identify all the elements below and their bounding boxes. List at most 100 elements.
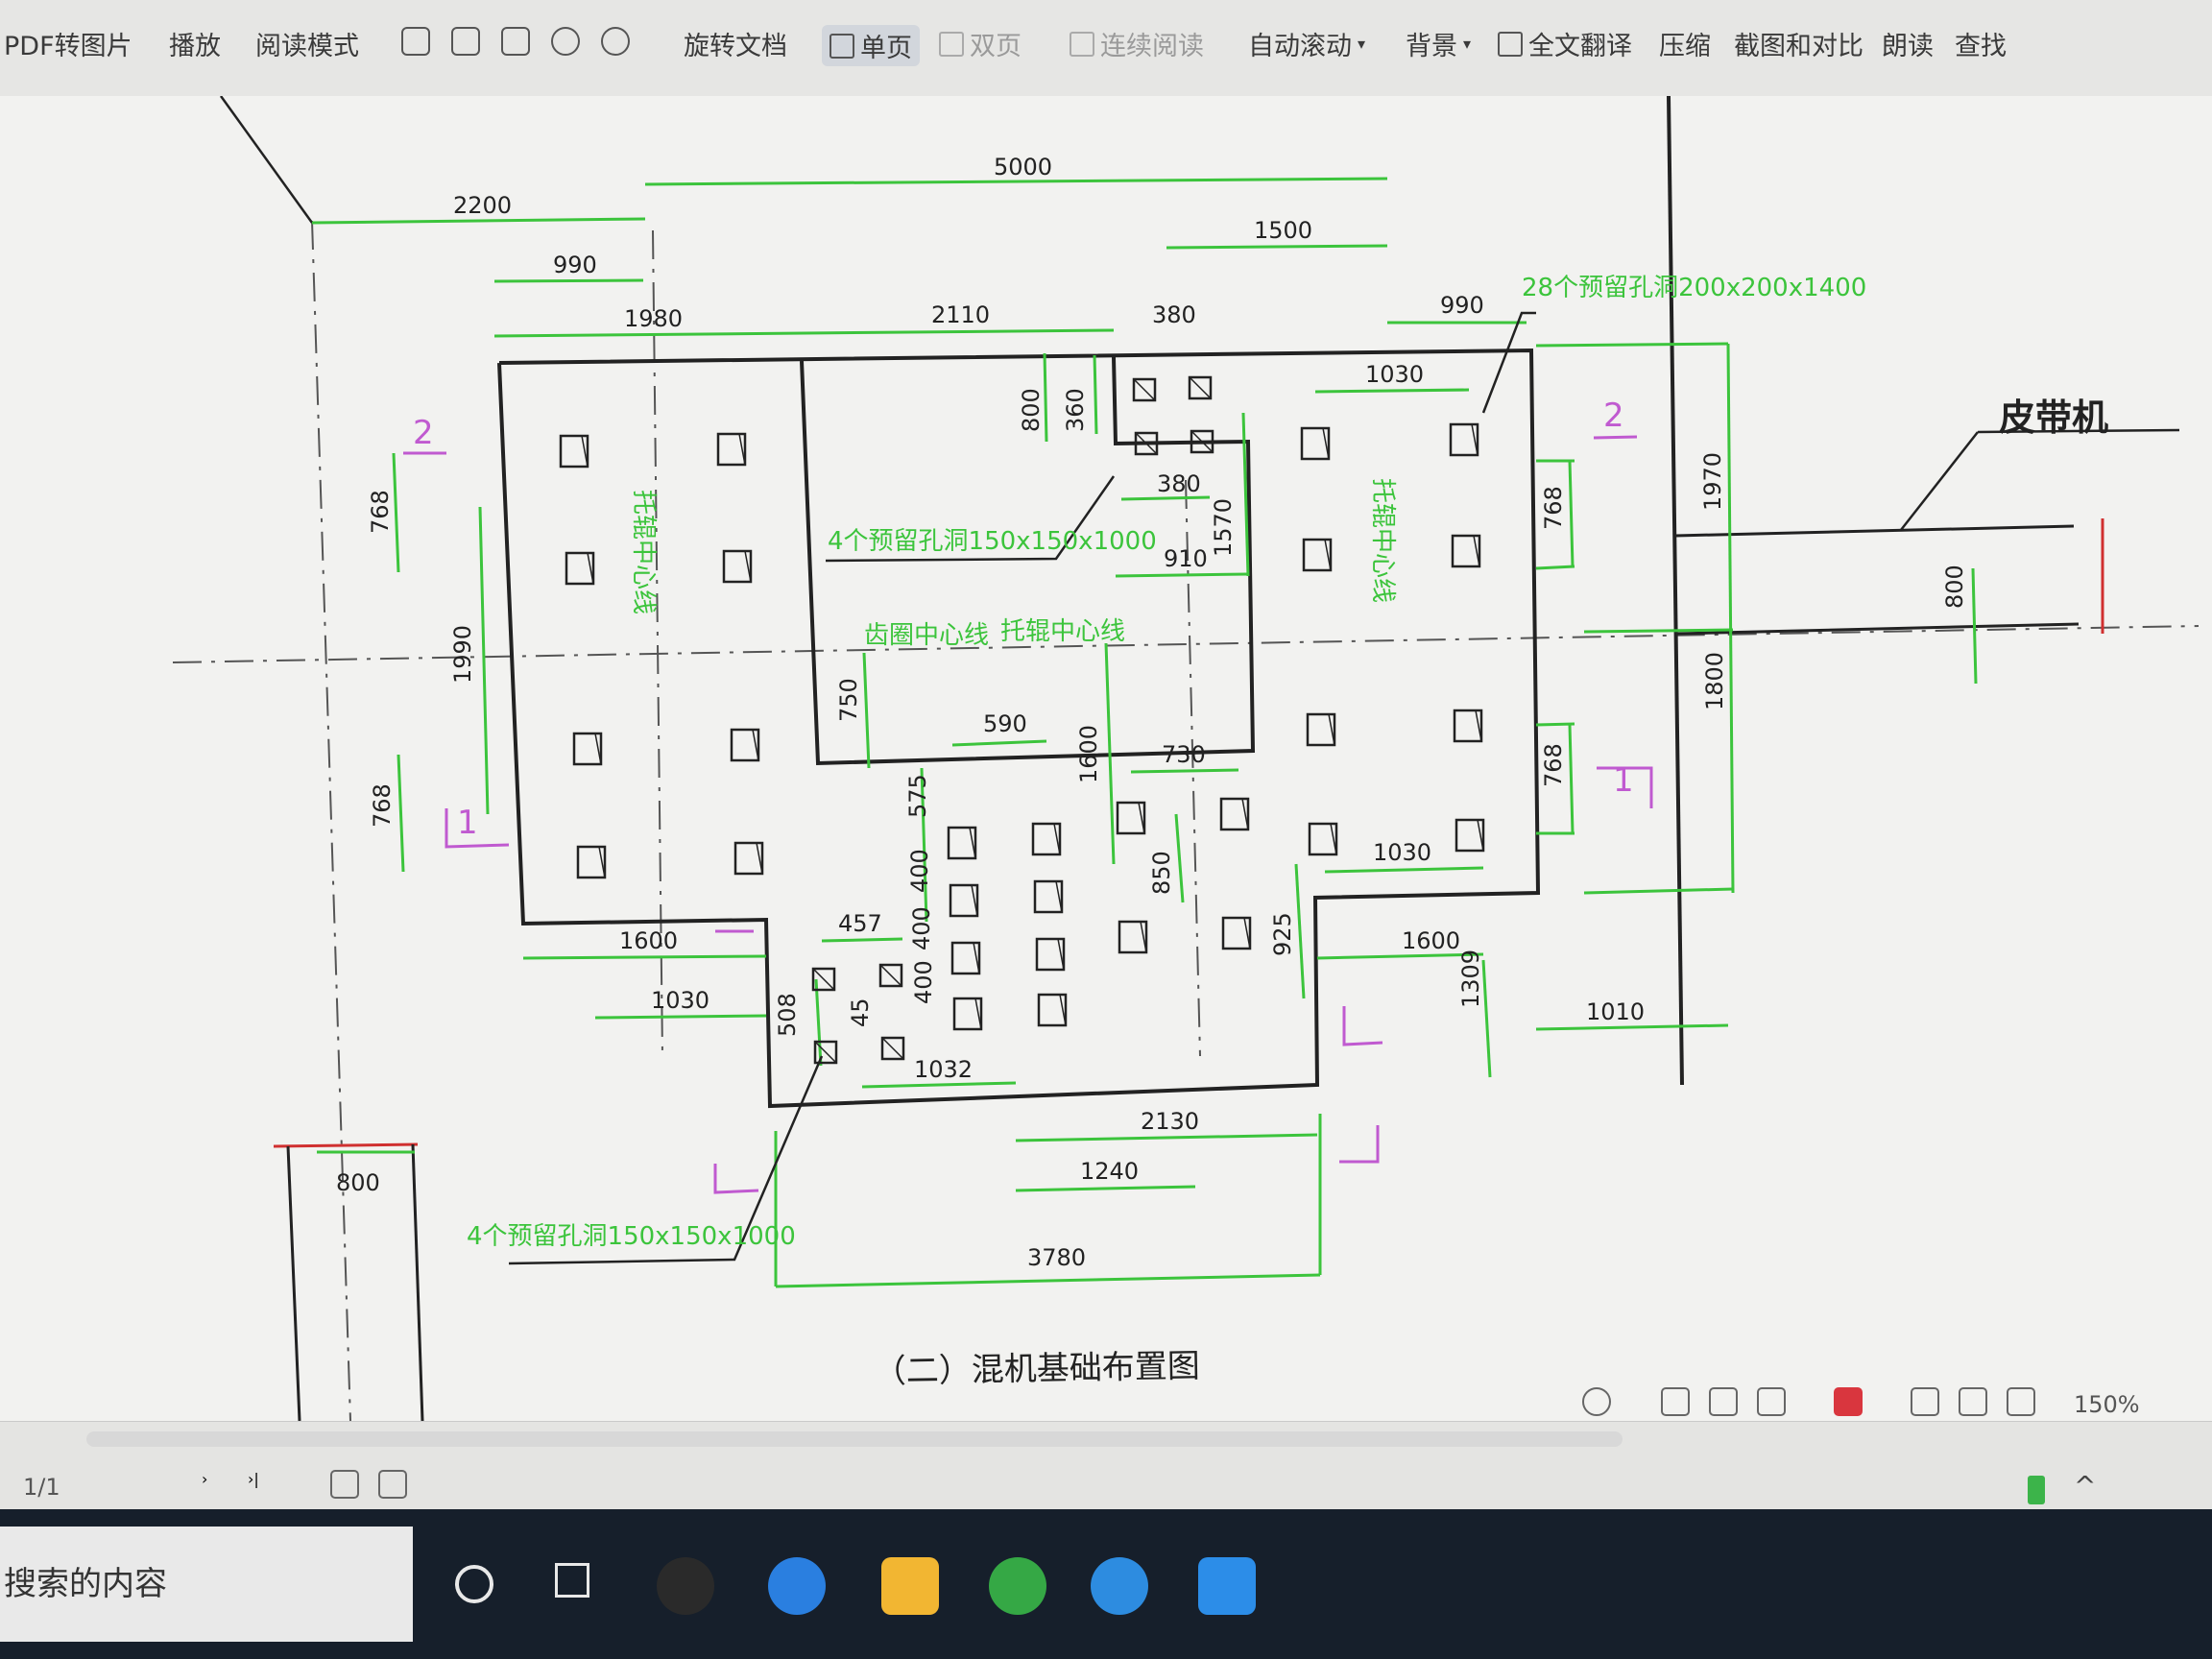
file-explorer-icon[interactable] (881, 1557, 939, 1615)
fit-page-icon[interactable] (1959, 1387, 1987, 1416)
dim-1990: 1990 (449, 625, 476, 684)
dim-768c: 768 (1540, 486, 1567, 530)
dim-1570: 1570 (1210, 498, 1237, 557)
fit-width-icon[interactable] (501, 27, 530, 56)
forward-icon[interactable] (378, 1470, 407, 1499)
play-icon[interactable] (1834, 1387, 1863, 1416)
dim-1600a: 1600 (619, 927, 678, 954)
taskbar-search[interactable]: 搜索的内容 (0, 1527, 413, 1642)
dim-800b: 800 (1941, 565, 1968, 609)
cortana-icon[interactable] (455, 1565, 493, 1603)
continuous-view-icon[interactable] (1661, 1387, 1690, 1416)
section-mark-1-right: 1 (1613, 761, 1634, 800)
browser-360-icon[interactable] (989, 1557, 1046, 1615)
dim-2110: 2110 (931, 301, 990, 328)
continuous-label: 连续阅读 (1100, 32, 1204, 61)
double-page-label: 双页 (970, 32, 1022, 61)
app-pinwheel-icon[interactable] (657, 1557, 714, 1615)
reading-mode-button[interactable]: 阅读模式 (255, 25, 359, 62)
drawing-title: （二）混机基础布置图 (873, 1347, 1200, 1391)
zoom-level[interactable]: 150% (2074, 1391, 2140, 1418)
note-bottom: 4个预留孔洞150x150x1000 (467, 1222, 796, 1251)
ie-browser-icon[interactable] (768, 1557, 826, 1615)
dim-730: 730 (1162, 741, 1206, 768)
dim-925: 925 (1269, 912, 1296, 956)
single-page-icon (830, 33, 854, 59)
double-view-icon[interactable] (1757, 1387, 1786, 1416)
dim-910: 910 (1164, 545, 1208, 572)
continuous-icon (1070, 31, 1094, 57)
auto-scroll-button[interactable]: 自动滚动 ▾ (1248, 25, 1365, 62)
dim-1800: 1800 (1701, 652, 1728, 710)
dim-850: 850 (1148, 851, 1175, 895)
dim-750: 750 (835, 678, 862, 722)
wall-line (1667, 96, 1684, 1086)
back-icon[interactable] (330, 1470, 359, 1499)
vertical-centerline-left: 托辊中心线 (629, 490, 658, 614)
eye-icon[interactable] (1582, 1387, 1611, 1416)
dim-990a: 990 (553, 252, 597, 278)
task-view-icon[interactable] (555, 1563, 589, 1598)
prev-page-icon[interactable]: › (202, 1470, 230, 1499)
reading-mode-label: 阅读模式 (255, 32, 359, 61)
translate-all-label: 全文翻译 (1528, 32, 1632, 61)
pdf-to-image-button[interactable]: PDF转图片 (4, 25, 132, 62)
double-page-icon (939, 31, 964, 57)
document-page[interactable]: 5000 2200 990 1980 2110 1500 380 990 103… (0, 96, 2212, 1421)
single-view-icon[interactable] (1709, 1387, 1738, 1416)
play-label: 播放 (169, 32, 221, 61)
dim-1980: 1980 (624, 305, 683, 332)
translate-all-button[interactable]: 全文翻译 (1498, 25, 1632, 62)
wps-icon[interactable] (1198, 1557, 1256, 1615)
rotate-right-icon[interactable] (601, 27, 630, 56)
rotate-left-icon[interactable] (551, 27, 580, 56)
page-tools-icons (401, 27, 630, 56)
reader-toolbar: PDF转图片 播放 阅读模式 旋转文档 单页 双页 连续阅读 自动滚动 ▾ 背景 ▾… (0, 0, 2212, 97)
chevron-up-icon[interactable]: ^ (2074, 1470, 2096, 1502)
dim-990b: 990 (1440, 292, 1484, 319)
dim-590: 590 (983, 710, 1027, 737)
note-leaders (508, 311, 1536, 1265)
find-button[interactable]: 查找 (1955, 25, 2007, 62)
reader-statusbar: 1/1 › ›| 150% ^ (0, 1387, 2212, 1510)
last-page-icon[interactable]: ›| (248, 1470, 276, 1499)
continuous-button[interactable]: 连续阅读 (1070, 25, 1204, 62)
screenshot-compare-button[interactable]: 截图和对比 (1734, 25, 1863, 62)
dim-1030c: 1030 (651, 987, 709, 1014)
dim-1500: 1500 (1254, 217, 1312, 244)
dim-1600c: 1600 (1075, 725, 1102, 783)
taskbar-search-text: 搜索的内容 (4, 1565, 167, 1603)
dim-575: 575 (904, 774, 931, 818)
actual-size-icon[interactable] (401, 27, 430, 56)
background-button[interactable]: 背景 ▾ (1406, 25, 1471, 62)
dim-768d: 768 (1540, 743, 1567, 787)
horizontal-scrollbar[interactable] (86, 1431, 1623, 1447)
dim-380b: 380 (1157, 470, 1201, 497)
sogou-icon[interactable] (1091, 1557, 1148, 1615)
single-page-label: 单页 (860, 34, 912, 63)
section-mark-2-left: 2 (413, 414, 434, 452)
belt-conveyor (1674, 428, 2180, 636)
dim-2200: 2200 (453, 192, 512, 219)
dim-1309: 1309 (1457, 950, 1484, 1008)
read-aloud-button[interactable]: 朗读 (1882, 25, 1934, 62)
dim-1240: 1240 (1080, 1158, 1139, 1185)
note-top: 28个预留孔洞200x200x1400 (1522, 274, 1866, 302)
dim-800a: 800 (1018, 388, 1045, 432)
page-indicator[interactable]: 1/1 (23, 1474, 60, 1501)
dim-768b: 768 (369, 783, 396, 828)
dim-400a: 400 (906, 849, 933, 893)
chevron-down-icon: ▾ (1358, 35, 1366, 53)
compress-button[interactable]: 压缩 (1659, 25, 1711, 62)
centerline-b: 托辊中心线 (1000, 617, 1125, 646)
play-button[interactable]: 播放 (169, 25, 221, 62)
dim-5000: 5000 (994, 154, 1052, 180)
fit-page-icon[interactable] (451, 27, 480, 56)
rotate-doc-button[interactable]: 旋转文档 (684, 25, 787, 62)
single-page-button[interactable]: 单页 (822, 25, 920, 66)
fit-width-icon[interactable] (2007, 1387, 2035, 1416)
auto-scroll-label: 自动滚动 (1248, 32, 1352, 61)
double-page-button[interactable]: 双页 (939, 25, 1022, 62)
background-label: 背景 (1406, 32, 1457, 61)
actual-size-icon[interactable] (1911, 1387, 1939, 1416)
